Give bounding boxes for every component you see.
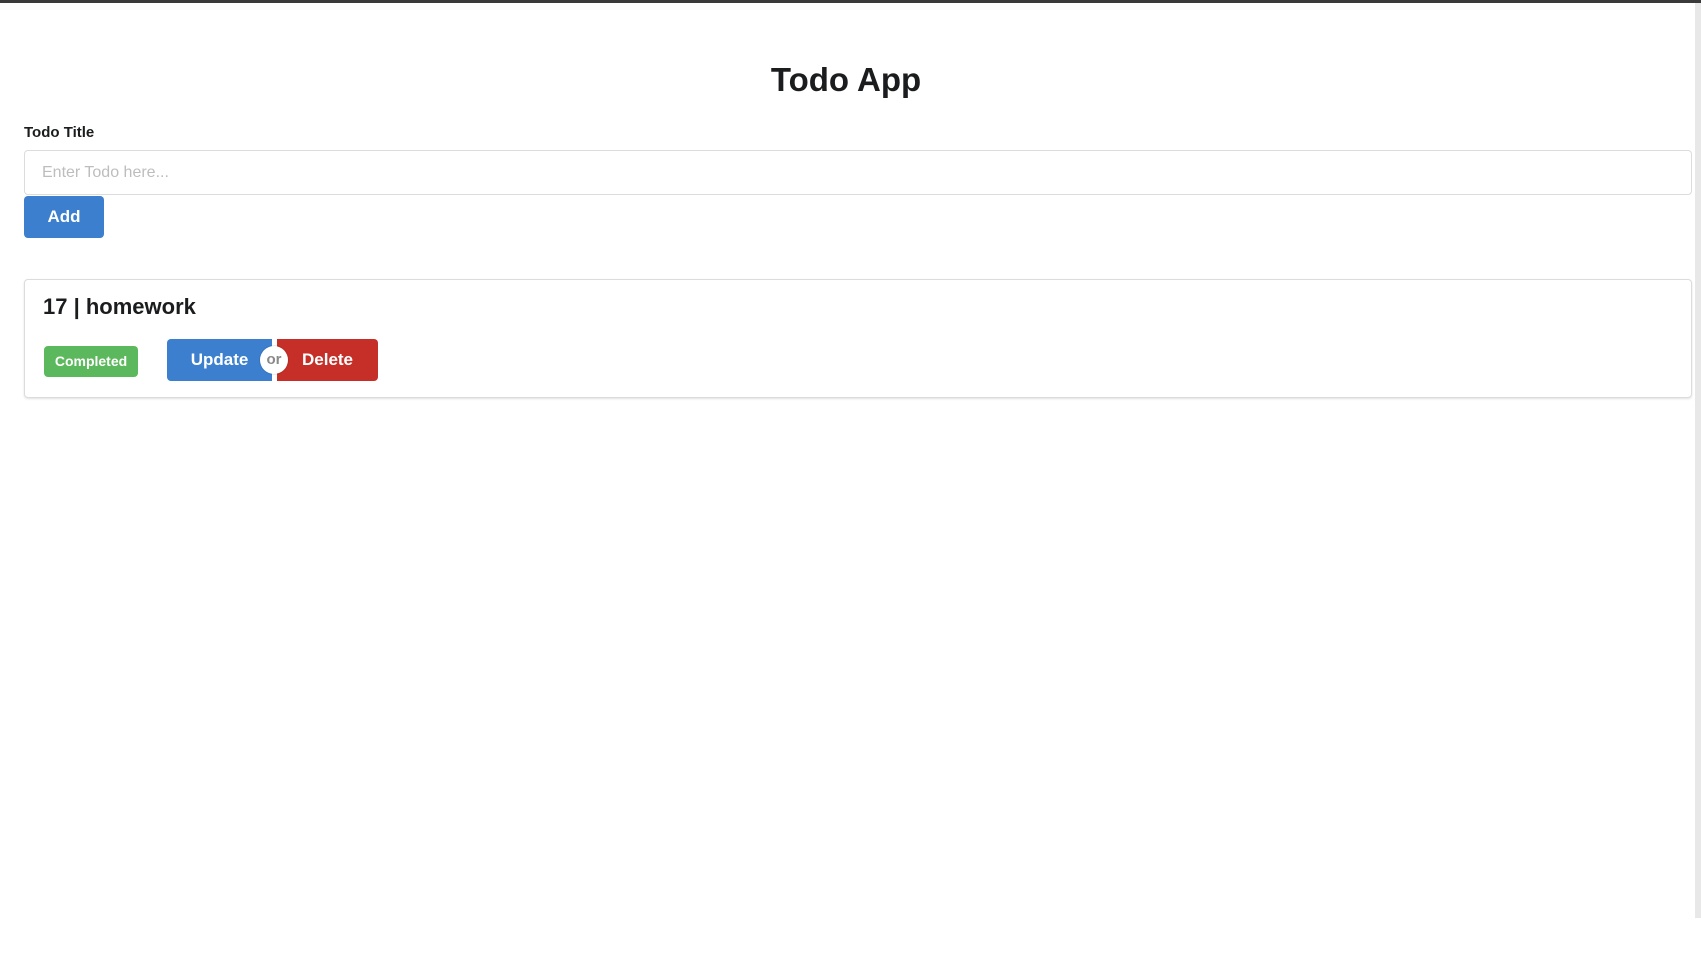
page-title: Todo App (770, 61, 922, 98)
update-button[interactable]: Update (167, 339, 272, 381)
or-divider: or (260, 346, 288, 374)
add-button[interactable]: Add (24, 196, 104, 238)
todo-title-label: Todo Title (24, 124, 95, 141)
todo-actions: Update Delete or (167, 339, 378, 381)
scrollbar[interactable] (1695, 3, 1701, 918)
todo-title-input[interactable] (24, 150, 1692, 195)
todo-card: 17 | homework Completed Update Delete or (24, 279, 1692, 398)
todo-heading: 17 | homework (43, 294, 196, 319)
top-border (0, 0, 1701, 3)
status-badge: Completed (44, 346, 138, 377)
delete-button[interactable]: Delete (277, 339, 378, 381)
